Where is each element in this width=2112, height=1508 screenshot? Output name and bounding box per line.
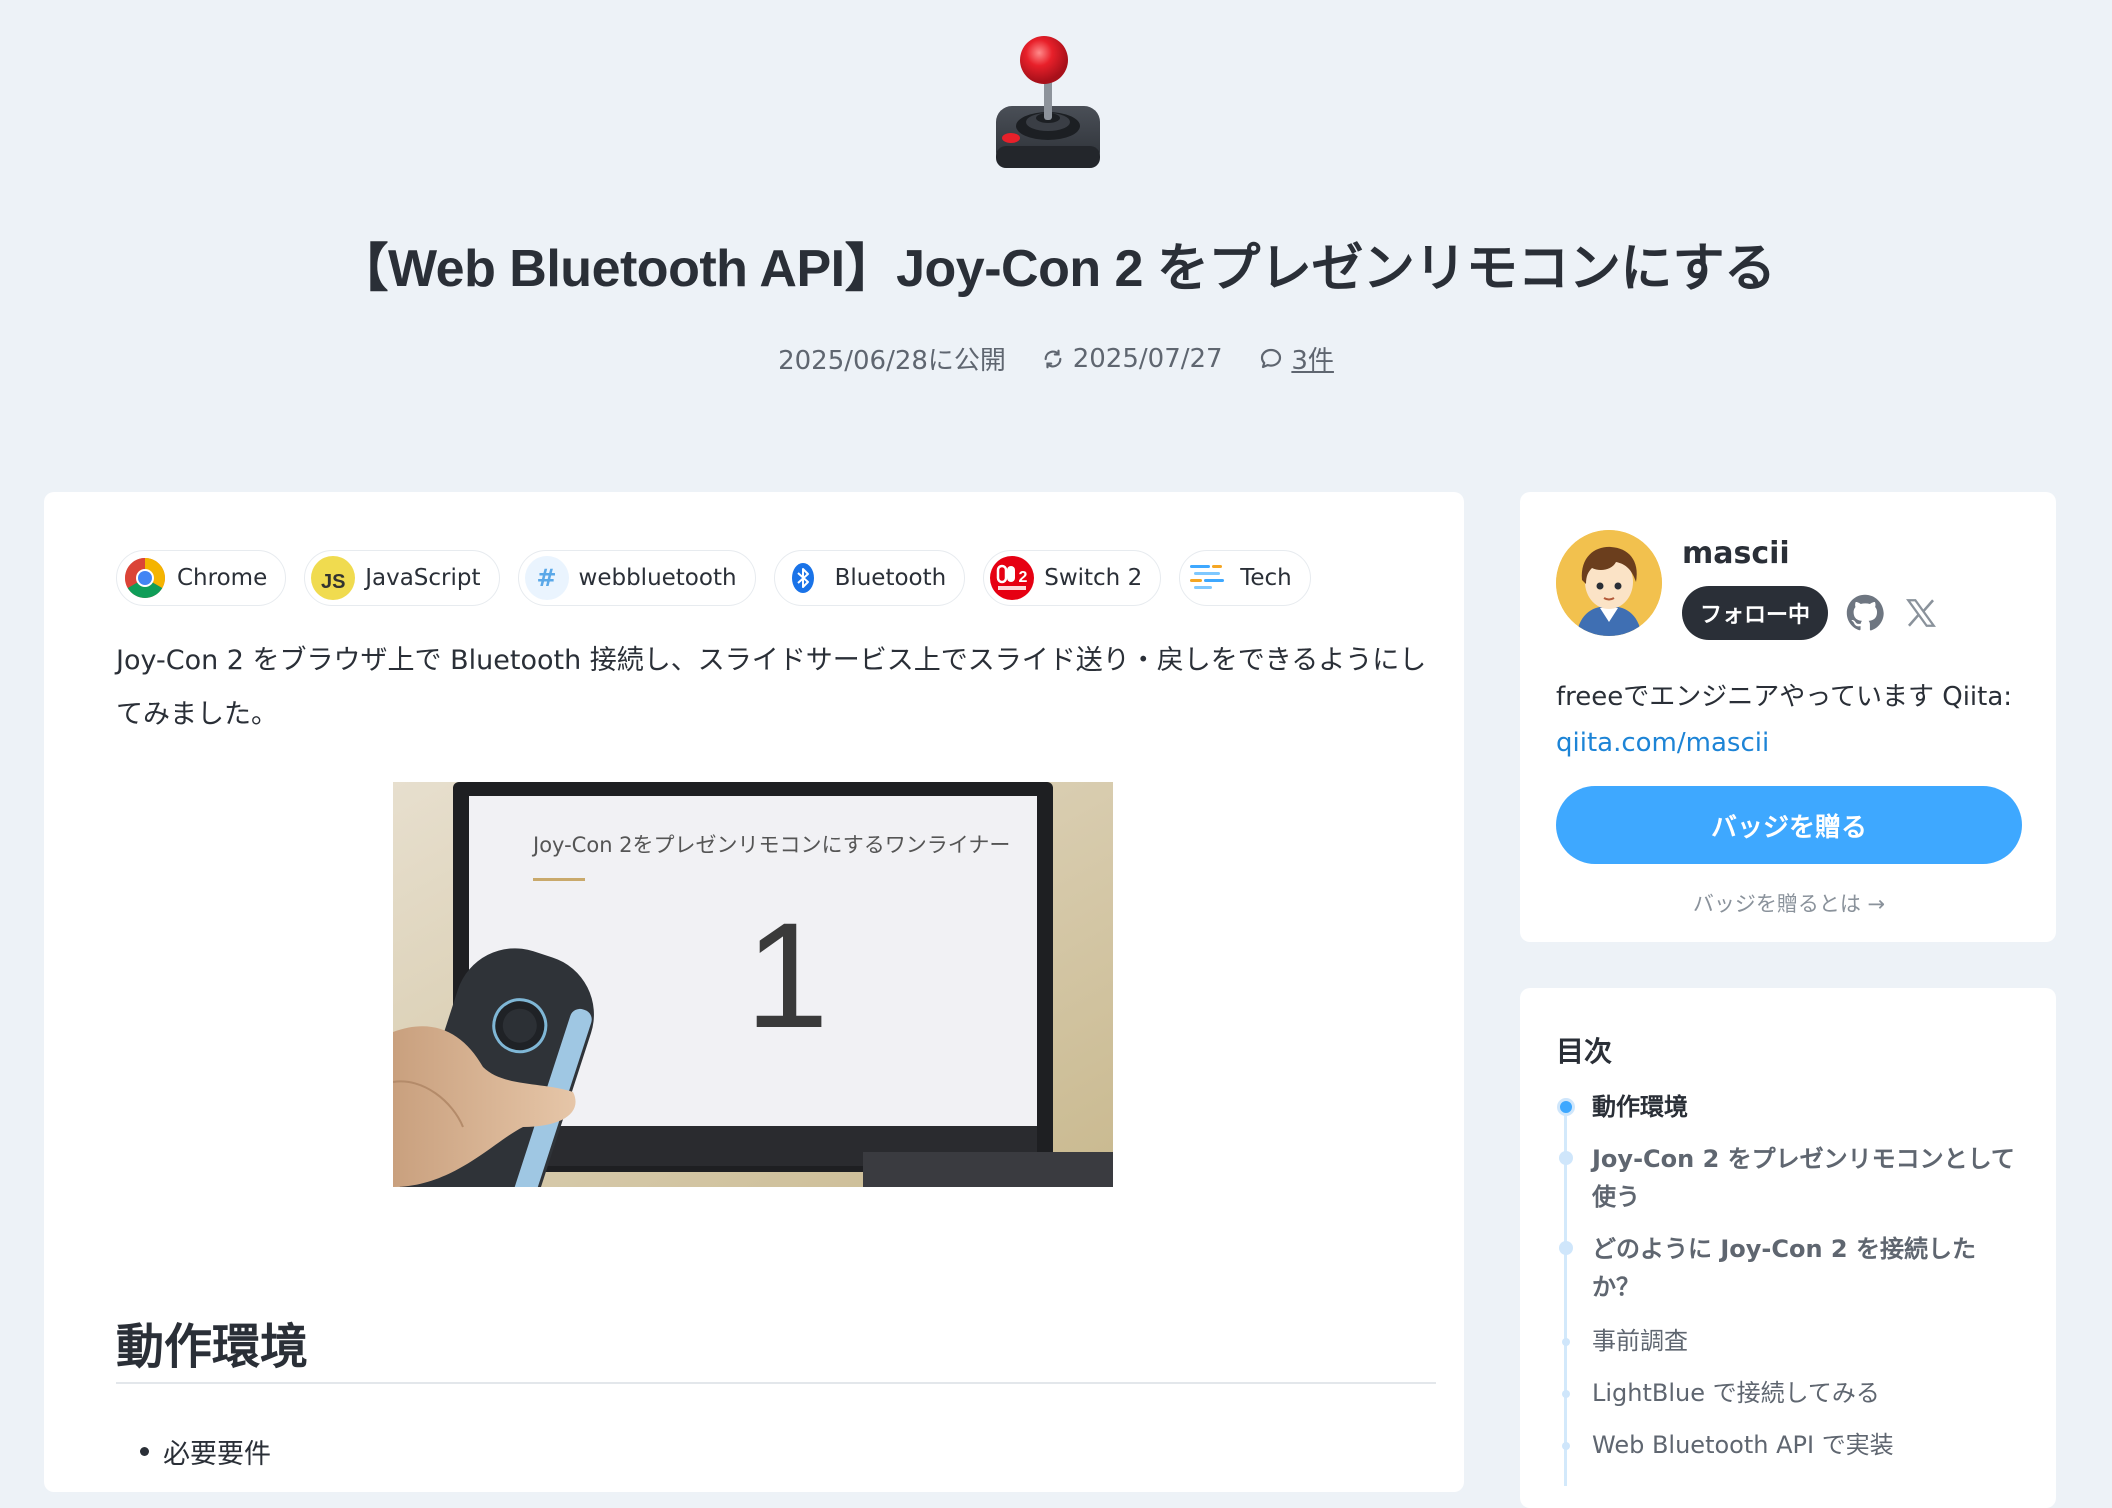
toc-item-research[interactable]: 事前調査	[1592, 1322, 2022, 1360]
topic-chrome[interactable]: Chrome	[116, 550, 287, 606]
topic-switch2[interactable]: 2 Switch 2	[983, 550, 1162, 606]
comments-link[interactable]: 3件	[1291, 340, 1334, 377]
joystick-icon	[996, 36, 1100, 168]
hero-slide-number: 1	[745, 891, 828, 1059]
badge-help-link[interactable]: バッジを贈るとは →	[1556, 888, 2022, 918]
bio-text: freeeでエンジニアやっています Qiita:	[1556, 682, 2013, 712]
x-twitter-icon[interactable]	[1904, 594, 1938, 632]
toc-dot	[1559, 1241, 1573, 1255]
topic-bluetooth[interactable]: Bluetooth	[773, 550, 966, 606]
toc-dot	[1562, 1442, 1570, 1450]
chrome-icon	[123, 556, 167, 600]
topic-label: JavaScript	[365, 565, 481, 591]
toc-dot	[1559, 1151, 1573, 1165]
javascript-icon: JS	[311, 556, 356, 600]
topic-label: Bluetooth	[834, 565, 947, 591]
refresh-icon	[1045, 349, 1062, 368]
comment-icon	[1261, 348, 1282, 368]
article-body-card: Chrome JS JavaScript # webbluetooth Blue…	[44, 492, 1464, 1492]
bio-link[interactable]: qiita.com/mascii	[1556, 728, 1769, 758]
toc-item-connect[interactable]: どのように Joy-Con 2 を接続したか？	[1592, 1230, 2022, 1306]
switch2-icon: 2	[990, 556, 1035, 600]
article-title: 【Web Bluetooth API】Joy-Con 2 をプレゼンリモコンにす…	[336, 240, 1776, 298]
toc-item-webbluetooth[interactable]: Web Bluetooth API で実装	[1592, 1426, 2022, 1464]
article-header: 【Web Bluetooth API】Joy-Con 2 をプレゼンリモコンにす…	[0, 0, 2112, 460]
give-badge-button[interactable]: バッジを贈る	[1556, 786, 2022, 864]
author-bio: freeeでエンジニアやっています Qiita: qiita.com/masci…	[1556, 674, 2026, 766]
toc-active-dot	[1557, 1098, 1575, 1116]
topic-webbluetooth[interactable]: # webbluetooth	[517, 550, 756, 606]
author-name[interactable]: mascii	[1682, 536, 1790, 571]
bluetooth-icon	[781, 556, 825, 600]
section-heading: 動作環境	[116, 1319, 309, 1375]
svg-text:2: 2	[1019, 569, 1028, 586]
updated-date: 2025/07/27	[1072, 343, 1223, 374]
toc-item-env[interactable]: 動作環境	[1592, 1088, 2022, 1126]
section-divider	[116, 1382, 1436, 1384]
toc-item-remote[interactable]: Joy-Con 2 をプレゼンリモコンとして使う	[1592, 1140, 2022, 1216]
topic-tech[interactable]: Tech	[1179, 550, 1311, 606]
table-of-contents: 目次 動作環境 Joy-Con 2 をプレゼンリモコンとして使う どのように J…	[1520, 988, 2056, 1508]
toc-dot	[1562, 1338, 1570, 1346]
hash-icon: #	[524, 556, 569, 600]
toc-title: 目次	[1556, 1035, 1613, 1068]
author-card: mascii フォロー中 freeeでエンジニアやっています Qiita: qi…	[1520, 492, 2056, 942]
toc-dot	[1562, 1390, 1570, 1398]
avatar[interactable]	[1556, 530, 1662, 636]
article-meta: 2025/06/28に公開 2025/07/27 3件	[0, 340, 2112, 377]
topic-label: Switch 2	[1044, 565, 1143, 591]
hero-slide-title: Joy-Con 2をプレゼンリモコンにするワンライナー	[531, 833, 1010, 857]
published-date: 2025/06/28に公開	[778, 346, 1006, 376]
github-icon[interactable]	[1846, 594, 1884, 632]
article-intro: Joy-Con 2 をブラウザ上で Bluetooth 接続し、スライドサービス…	[116, 645, 1427, 730]
tech-icon	[1186, 556, 1230, 600]
topic-javascript[interactable]: JS JavaScript	[304, 550, 500, 606]
list-item: 必要要件	[140, 1432, 271, 1471]
topic-label: webbluetooth	[578, 565, 737, 591]
topic-list: Chrome JS JavaScript # webbluetooth Blue…	[116, 550, 1311, 606]
hero-image: Joy-Con 2をプレゼンリモコンにするワンライナー 1	[393, 782, 1113, 1187]
list-item-text: 必要要件	[163, 1439, 271, 1470]
bullet-dot	[140, 1447, 149, 1456]
follow-button[interactable]: フォロー中	[1682, 586, 1829, 640]
toc-item-lightblue[interactable]: LightBlue で接続してみる	[1592, 1374, 2022, 1412]
topic-label: Tech	[1240, 565, 1292, 591]
topic-label: Chrome	[177, 565, 268, 591]
